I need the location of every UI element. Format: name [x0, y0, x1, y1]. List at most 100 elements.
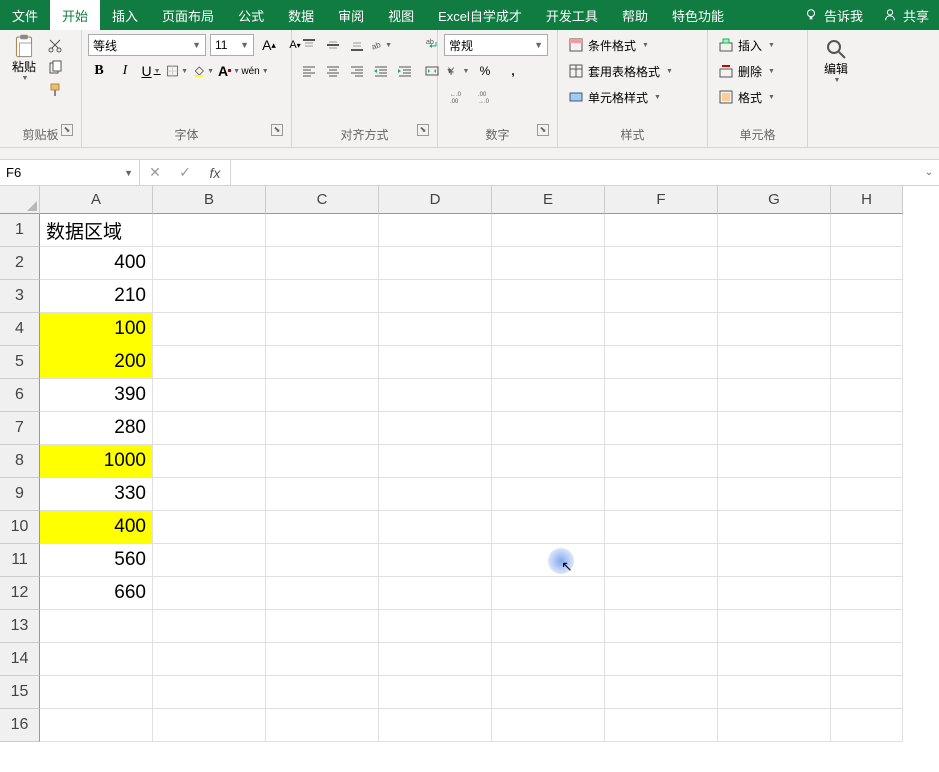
- cell-C9[interactable]: [266, 478, 379, 511]
- cell-H13[interactable]: [831, 610, 903, 643]
- cell-F5[interactable]: [605, 346, 718, 379]
- align-right-button[interactable]: [346, 60, 368, 82]
- cell-G2[interactable]: [718, 247, 831, 280]
- delete-cells-button[interactable]: 删除▼: [714, 60, 779, 82]
- row-header-16[interactable]: 16: [0, 709, 40, 742]
- cell-E4[interactable]: [492, 313, 605, 346]
- cell-D12[interactable]: [379, 577, 492, 610]
- cell-B4[interactable]: [153, 313, 266, 346]
- cell-D4[interactable]: [379, 313, 492, 346]
- cell-F9[interactable]: [605, 478, 718, 511]
- cell-G5[interactable]: [718, 346, 831, 379]
- cell-A3[interactable]: 210: [40, 280, 153, 313]
- menu-tab-5[interactable]: 数据: [276, 0, 326, 30]
- cell-E3[interactable]: [492, 280, 605, 313]
- cell-H8[interactable]: [831, 445, 903, 478]
- copy-button[interactable]: [46, 60, 64, 76]
- cell-C16[interactable]: [266, 709, 379, 742]
- cell-E8[interactable]: [492, 445, 605, 478]
- cell-G10[interactable]: [718, 511, 831, 544]
- cell-B10[interactable]: [153, 511, 266, 544]
- cell-A7[interactable]: 280: [40, 412, 153, 445]
- expand-formula-bar[interactable]: ⌄: [919, 160, 939, 185]
- cell-F6[interactable]: [605, 379, 718, 412]
- cell-A2[interactable]: 400: [40, 247, 153, 280]
- conditional-format-button[interactable]: 条件格式▼: [564, 34, 677, 56]
- menu-tab-11[interactable]: 特色功能: [660, 0, 736, 30]
- cell-E11[interactable]: [492, 544, 605, 577]
- cell-C11[interactable]: [266, 544, 379, 577]
- cell-A16[interactable]: [40, 709, 153, 742]
- column-header-C[interactable]: C: [266, 186, 379, 214]
- cell-style-button[interactable]: 单元格样式▼: [564, 86, 677, 108]
- cell-A9[interactable]: 330: [40, 478, 153, 511]
- menu-tab-0[interactable]: 文件: [0, 0, 50, 30]
- cell-A15[interactable]: [40, 676, 153, 709]
- column-header-F[interactable]: F: [605, 186, 718, 214]
- cell-E12[interactable]: [492, 577, 605, 610]
- increase-indent-button[interactable]: [394, 60, 416, 82]
- cell-C15[interactable]: [266, 676, 379, 709]
- align-middle-button[interactable]: [322, 34, 344, 56]
- decrease-indent-button[interactable]: [370, 60, 392, 82]
- cell-D1[interactable]: [379, 214, 492, 247]
- clipboard-launcher[interactable]: ⬊: [61, 124, 73, 136]
- share-button[interactable]: 共享: [873, 0, 939, 30]
- cell-B16[interactable]: [153, 709, 266, 742]
- cell-D3[interactable]: [379, 280, 492, 313]
- cell-E14[interactable]: [492, 643, 605, 676]
- cell-A1[interactable]: 数据区域: [40, 214, 153, 247]
- row-header-13[interactable]: 13: [0, 610, 40, 643]
- table-format-button[interactable]: 套用表格格式▼: [564, 60, 677, 82]
- cell-E10[interactable]: [492, 511, 605, 544]
- column-header-B[interactable]: B: [153, 186, 266, 214]
- number-format-combo[interactable]: 常规▼: [444, 34, 548, 56]
- cell-B12[interactable]: [153, 577, 266, 610]
- cell-D5[interactable]: [379, 346, 492, 379]
- column-header-H[interactable]: H: [831, 186, 903, 214]
- cell-B14[interactable]: [153, 643, 266, 676]
- select-all-corner[interactable]: [0, 186, 40, 214]
- row-header-3[interactable]: 3: [0, 280, 40, 313]
- row-header-1[interactable]: 1: [0, 214, 40, 247]
- cell-F8[interactable]: [605, 445, 718, 478]
- cell-E15[interactable]: [492, 676, 605, 709]
- increase-decimal-button[interactable]: ←.0.00: [444, 86, 470, 108]
- menu-tab-6[interactable]: 审阅: [326, 0, 376, 30]
- cell-B3[interactable]: [153, 280, 266, 313]
- cell-F4[interactable]: [605, 313, 718, 346]
- cell-B7[interactable]: [153, 412, 266, 445]
- grow-font-button[interactable]: A▴: [258, 34, 280, 56]
- underline-button[interactable]: U▼: [140, 60, 162, 82]
- percent-button[interactable]: %: [472, 60, 498, 82]
- cell-C2[interactable]: [266, 247, 379, 280]
- cell-D15[interactable]: [379, 676, 492, 709]
- insert-cells-button[interactable]: 插入▼: [714, 34, 779, 56]
- menu-tab-7[interactable]: 视图: [376, 0, 426, 30]
- menu-tab-8[interactable]: Excel自学成才: [426, 0, 534, 30]
- cell-G15[interactable]: [718, 676, 831, 709]
- cell-B9[interactable]: [153, 478, 266, 511]
- cell-B5[interactable]: [153, 346, 266, 379]
- cell-E7[interactable]: [492, 412, 605, 445]
- cell-C6[interactable]: [266, 379, 379, 412]
- cell-F11[interactable]: [605, 544, 718, 577]
- cell-D9[interactable]: [379, 478, 492, 511]
- cell-G8[interactable]: [718, 445, 831, 478]
- cell-D10[interactable]: [379, 511, 492, 544]
- number-launcher[interactable]: ⬊: [537, 124, 549, 136]
- row-header-8[interactable]: 8: [0, 445, 40, 478]
- cell-C8[interactable]: [266, 445, 379, 478]
- column-header-E[interactable]: E: [492, 186, 605, 214]
- menu-tab-3[interactable]: 页面布局: [150, 0, 226, 30]
- cell-B8[interactable]: [153, 445, 266, 478]
- cell-B15[interactable]: [153, 676, 266, 709]
- cell-A14[interactable]: [40, 643, 153, 676]
- cell-D8[interactable]: [379, 445, 492, 478]
- cell-F15[interactable]: [605, 676, 718, 709]
- cell-H10[interactable]: [831, 511, 903, 544]
- cell-A10[interactable]: 400: [40, 511, 153, 544]
- cell-D13[interactable]: [379, 610, 492, 643]
- align-center-button[interactable]: [322, 60, 344, 82]
- cell-D2[interactable]: [379, 247, 492, 280]
